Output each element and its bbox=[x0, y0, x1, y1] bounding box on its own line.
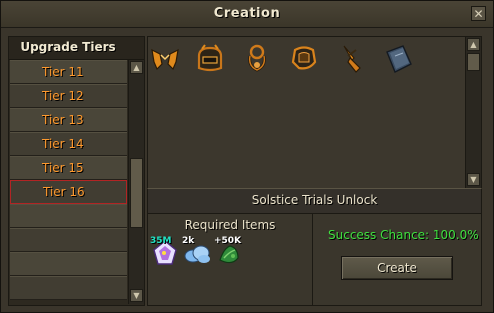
scroll-down-icon[interactable]: ▼ bbox=[467, 173, 480, 186]
upgrade-items-panel: ▲ ▼ bbox=[147, 36, 482, 189]
window-title: Creation bbox=[213, 6, 281, 21]
tier-row-empty[interactable] bbox=[10, 252, 127, 276]
tier-label: Tier 15 bbox=[42, 161, 84, 175]
success-chance: Success Chance: 100.0% bbox=[328, 228, 479, 242]
upgrade-tiers-header: Upgrade Tiers bbox=[9, 37, 144, 60]
unlock-label: Solstice Trials Unlock bbox=[251, 193, 378, 207]
tier-label: Tier 16 bbox=[43, 185, 85, 199]
required-item-crystal[interactable]: 35M bbox=[150, 236, 182, 268]
scroll-up-icon[interactable]: ▲ bbox=[130, 61, 143, 74]
title-bar: Creation ✕ bbox=[1, 1, 493, 28]
items-scroll-thumb[interactable] bbox=[467, 53, 480, 71]
required-item-herb[interactable]: +50K bbox=[214, 236, 246, 268]
tier-list-scrollbar[interactable]: ▲ ▼ bbox=[128, 60, 144, 304]
tier-row-13[interactable]: Tier 13 bbox=[10, 108, 127, 132]
dagger-icon[interactable] bbox=[334, 42, 368, 76]
create-button[interactable]: Create bbox=[341, 256, 453, 280]
scroll-down-icon[interactable]: ▼ bbox=[130, 289, 143, 302]
required-item-quantity: +50K bbox=[214, 236, 242, 246]
tier-row-empty[interactable] bbox=[10, 276, 127, 300]
tier-row-empty[interactable] bbox=[10, 204, 127, 228]
upgrade-tiers-panel: Upgrade Tiers Tier 11 Tier 12 Tier 13 Ti… bbox=[8, 36, 145, 306]
tier-list-scroll-thumb[interactable] bbox=[130, 158, 143, 228]
amulet-icon[interactable] bbox=[240, 42, 274, 76]
tier-row-15[interactable]: Tier 15 bbox=[10, 156, 127, 180]
helm-icon[interactable] bbox=[193, 42, 227, 76]
items-scrollbar[interactable]: ▲ ▼ bbox=[465, 37, 481, 188]
required-item-quantity: 2k bbox=[182, 236, 195, 246]
required-items-title: Required Items bbox=[184, 218, 276, 232]
unlock-bar: Solstice Trials Unlock bbox=[147, 188, 482, 214]
tier-row-11[interactable]: Tier 11 bbox=[10, 60, 127, 84]
requirements-panel: Required Items 35M 2k +50K Success Chanc… bbox=[147, 213, 482, 306]
tier-list: Tier 11 Tier 12 Tier 13 Tier 14 Tier 15 … bbox=[10, 60, 127, 304]
gloves-icon[interactable] bbox=[148, 42, 182, 76]
creation-window: Creation ✕ Upgrade Tiers Tier 11 Tier 12… bbox=[0, 0, 494, 313]
required-item-cloud[interactable]: 2k bbox=[182, 236, 214, 268]
book-icon[interactable] bbox=[381, 42, 415, 76]
tier-row-empty[interactable] bbox=[10, 228, 127, 252]
tier-label: Tier 13 bbox=[42, 113, 84, 127]
scroll-up-icon[interactable]: ▲ bbox=[467, 38, 480, 51]
close-icon[interactable]: ✕ bbox=[471, 6, 486, 21]
tier-row-12[interactable]: Tier 12 bbox=[10, 84, 127, 108]
tier-row-14[interactable]: Tier 14 bbox=[10, 132, 127, 156]
tier-label: Tier 12 bbox=[42, 89, 84, 103]
tier-row-16[interactable]: Tier 16 bbox=[10, 180, 127, 204]
required-items-section: Required Items 35M 2k +50K bbox=[148, 214, 313, 305]
upgrade-tiers-title: Upgrade Tiers bbox=[20, 40, 116, 54]
tier-label: Tier 11 bbox=[42, 65, 84, 79]
tier-label: Tier 14 bbox=[42, 137, 84, 151]
required-item-quantity: 35M bbox=[150, 236, 172, 246]
boots-icon[interactable] bbox=[287, 42, 321, 76]
